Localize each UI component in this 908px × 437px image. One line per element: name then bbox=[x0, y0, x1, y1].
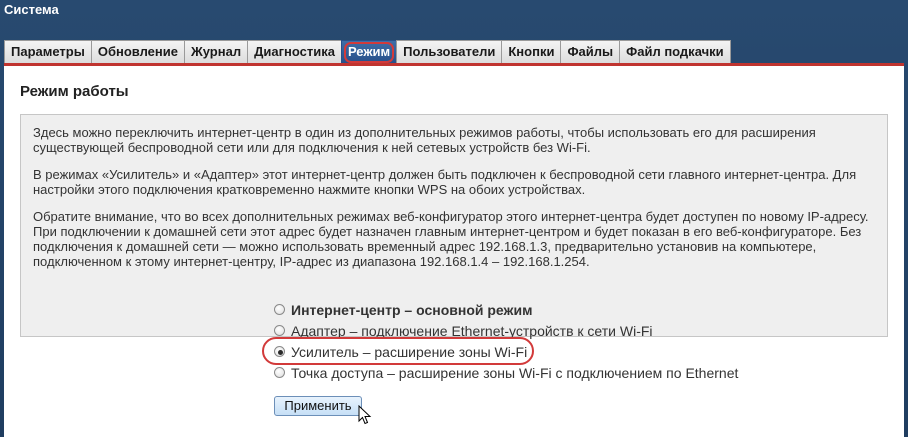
section-title: Режим работы bbox=[20, 83, 129, 100]
radio-button[interactable] bbox=[274, 304, 285, 315]
mode-option-label: Усилитель – расширение зоны Wi-Fi bbox=[291, 343, 528, 360]
page-title: Система bbox=[4, 2, 59, 17]
tab-diagnostics[interactable]: Диагностика bbox=[247, 40, 341, 63]
tab-mode[interactable]: Режим bbox=[340, 40, 397, 63]
mode-option-adapter[interactable]: Адаптер – подключение Ethernet-устройств… bbox=[274, 320, 738, 341]
tab-bar: Параметры Обновление Журнал Диагностика … bbox=[4, 39, 731, 63]
mode-radio-group: Интернет-центр – основной режим Адаптер … bbox=[274, 299, 738, 383]
mode-option-access-point[interactable]: Точка доступа – расширение зоны Wi-Fi с … bbox=[274, 362, 738, 383]
radio-button-selected[interactable] bbox=[274, 346, 285, 357]
tab-buttons[interactable]: Кнопки bbox=[501, 40, 561, 63]
mode-option-label: Точка доступа – расширение зоны Wi-Fi с … bbox=[291, 364, 739, 381]
mode-option-label: Адаптер – подключение Ethernet-устройств… bbox=[291, 322, 653, 339]
tab-update[interactable]: Обновление bbox=[90, 40, 184, 63]
mouse-cursor-icon bbox=[358, 405, 372, 425]
info-paragraph: В режимах «Усилитель» и «Адаптер» этот и… bbox=[33, 167, 857, 197]
tab-users[interactable]: Пользователи bbox=[396, 40, 502, 63]
tab-log[interactable]: Журнал bbox=[184, 40, 248, 63]
mode-option-internet-center[interactable]: Интернет-центр – основной режим bbox=[274, 299, 738, 320]
content-panel: Режим работы Здесь можно переключить инт… bbox=[4, 66, 904, 437]
info-paragraph: Здесь можно переключить интернет-центр в… bbox=[33, 125, 816, 155]
radio-button[interactable] bbox=[274, 367, 285, 378]
mode-option-label: Интернет-центр – основной режим bbox=[291, 301, 533, 318]
apply-button[interactable]: Применить bbox=[274, 396, 362, 416]
mode-option-repeater[interactable]: Усилитель – расширение зоны Wi-Fi bbox=[274, 341, 738, 362]
info-paragraph: Обратите внимание, что во всех дополните… bbox=[33, 209, 869, 269]
tab-files[interactable]: Файлы bbox=[560, 40, 620, 63]
tab-swap-file[interactable]: Файл подкачки bbox=[619, 40, 731, 63]
tab-parameters[interactable]: Параметры bbox=[4, 40, 91, 63]
radio-button[interactable] bbox=[274, 325, 285, 336]
